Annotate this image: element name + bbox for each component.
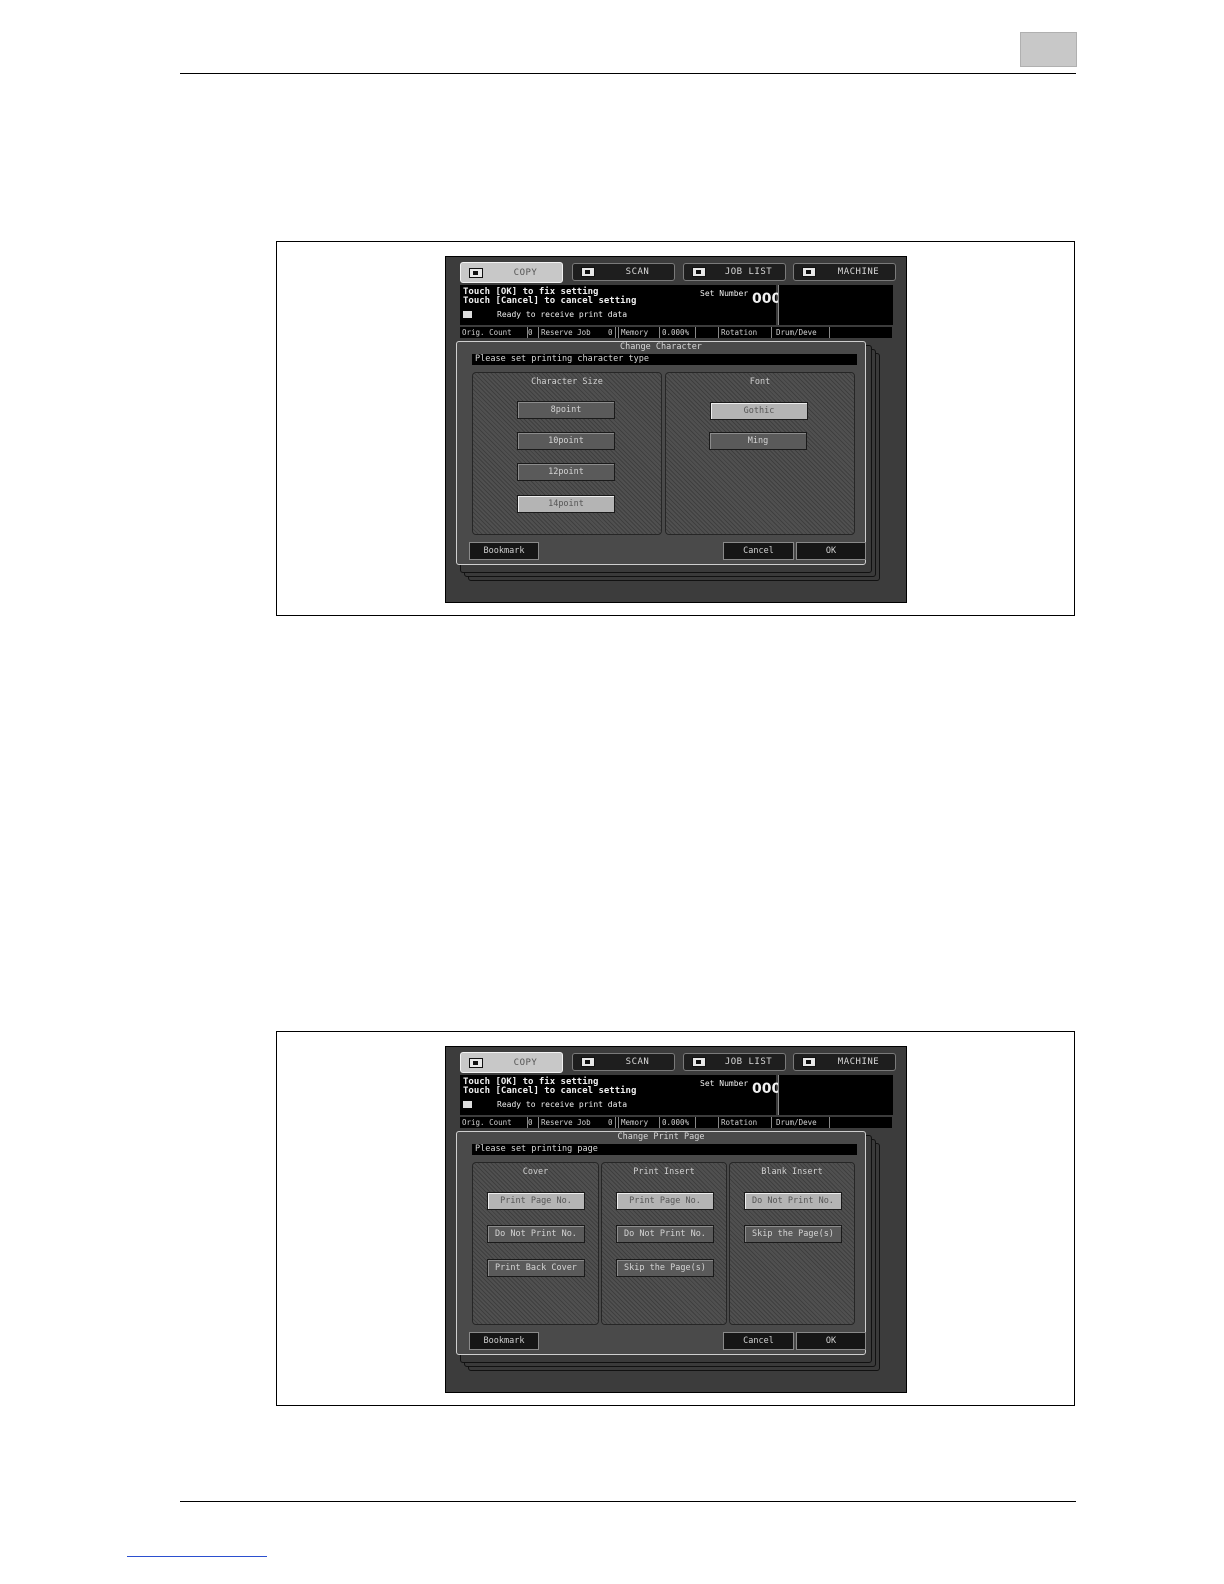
- ok-button[interactable]: OK: [796, 542, 866, 560]
- panel-title: Font: [749, 377, 771, 387]
- figure-change-character: COPY SCAN JOB LIST MACHINE Touch [OK] to…: [276, 241, 1075, 616]
- orig-count-label: Orig. Count: [460, 327, 528, 338]
- change-character-dialog: Change Character Please set printing cha…: [456, 341, 866, 565]
- dialog-title: Change Print Page: [617, 1132, 705, 1142]
- machine-icon: [802, 1057, 816, 1067]
- copy-icon: [469, 1058, 483, 1068]
- insert-do-not-print-no-button[interactable]: Do Not Print No.: [616, 1225, 714, 1243]
- memory-value: 0.000%: [660, 1117, 696, 1128]
- insert-skip-pages-button[interactable]: Skip the Page(s): [616, 1259, 714, 1277]
- tab-copy[interactable]: COPY: [460, 1052, 563, 1073]
- rotation-indicator: Rotation: [718, 327, 772, 338]
- change-print-page-dialog: Change Print Page Please set printing pa…: [456, 1131, 866, 1355]
- drum-deve-indicator: Drum/Deve: [774, 1117, 830, 1128]
- insert-print-page-no-button[interactable]: Print Page No.: [616, 1192, 714, 1210]
- drum-deve-indicator: Drum/Deve: [774, 327, 830, 338]
- bookmark-button[interactable]: Bookmark: [469, 1332, 539, 1350]
- print-back-cover-button[interactable]: Print Back Cover: [487, 1259, 585, 1277]
- dialog-prompt: Please set printing character type: [472, 354, 857, 365]
- touch-screen: COPY SCAN JOB LIST MACHINE Touch [OK] to…: [445, 256, 907, 603]
- blank-do-not-print-no-button[interactable]: Do Not Print No.: [744, 1192, 842, 1210]
- tab-scan[interactable]: SCAN: [572, 263, 675, 281]
- scan-icon: [581, 1057, 595, 1067]
- reserve-job-label: Reserve Job: [538, 1117, 616, 1128]
- footer-rule: [180, 1501, 1076, 1502]
- status-bar: Orig. Count 0 Reserve Job 0 Memory 0.000…: [460, 1117, 892, 1128]
- cancel-button[interactable]: Cancel: [723, 1332, 794, 1350]
- message-side-area: [778, 285, 893, 325]
- reserve-job: 0: [608, 328, 613, 337]
- orig-count: 0: [528, 328, 533, 337]
- printer-icon: [463, 311, 472, 318]
- 10point-button[interactable]: 10point: [517, 432, 615, 450]
- character-size-panel: Character Size 8point 10point 12point 14…: [472, 372, 662, 535]
- reserve-job-label: Reserve Job: [538, 327, 616, 338]
- page-tab-marker: [1020, 32, 1077, 67]
- gothic-button[interactable]: Gothic: [710, 402, 808, 420]
- 14point-button[interactable]: 14point: [517, 495, 615, 513]
- tab-job-list[interactable]: JOB LIST: [683, 1053, 786, 1071]
- dialog-prompt: Please set printing page: [472, 1144, 857, 1155]
- status-bar: Orig. Count 0 Reserve Job 0 Memory 0.000…: [460, 327, 892, 338]
- job-list-icon: [692, 1057, 706, 1067]
- touch-screen: COPY SCAN JOB LIST MACHINE Touch [OK] to…: [445, 1046, 907, 1393]
- machine-icon: [802, 267, 816, 277]
- memory-label: Memory: [618, 327, 660, 338]
- scan-icon: [581, 267, 595, 277]
- memory-value: 0.000%: [660, 327, 696, 338]
- panel-title: Character Size: [531, 377, 603, 387]
- orig-count-label: Orig. Count: [460, 1117, 528, 1128]
- cover-do-not-print-no-button[interactable]: Do Not Print No.: [487, 1225, 585, 1243]
- figure-change-print-page: COPY SCAN JOB LIST MACHINE Touch [OK] to…: [276, 1031, 1075, 1406]
- tab-job-list[interactable]: JOB LIST: [683, 263, 786, 281]
- orig-count: 0: [528, 1118, 533, 1127]
- panel-title: Cover: [522, 1167, 549, 1177]
- bookmark-button[interactable]: Bookmark: [469, 542, 539, 560]
- printer-icon: [463, 1101, 472, 1108]
- job-list-icon: [692, 267, 706, 277]
- header-rule: [180, 73, 1076, 74]
- message-line-2: Touch [Cancel] to cancel setting: [463, 296, 637, 306]
- tab-machine[interactable]: MACHINE: [793, 1053, 896, 1071]
- copy-icon: [469, 268, 483, 278]
- 8point-button[interactable]: 8point: [517, 401, 615, 419]
- panel-title: Print Insert: [633, 1167, 695, 1177]
- set-number-label: Set Number: [700, 289, 749, 298]
- tab-scan[interactable]: SCAN: [572, 1053, 675, 1071]
- tab-machine[interactable]: MACHINE: [793, 263, 896, 281]
- print-insert-panel: Print Insert Print Page No. Do Not Print…: [601, 1162, 727, 1325]
- ok-button[interactable]: OK: [796, 1332, 866, 1350]
- blank-skip-pages-button[interactable]: Skip the Page(s): [744, 1225, 842, 1243]
- cancel-button[interactable]: Cancel: [723, 542, 794, 560]
- 12point-button[interactable]: 12point: [517, 463, 615, 481]
- dialog-title: Change Character: [620, 342, 702, 352]
- status-message: Ready to receive print data: [497, 1100, 628, 1109]
- rotation-indicator: Rotation: [718, 1117, 772, 1128]
- footer-link-underline: [127, 1556, 267, 1557]
- message-area: Touch [OK] to fix setting Touch [Cancel]…: [460, 1075, 791, 1115]
- status-message: Ready to receive print data: [497, 310, 628, 319]
- cover-panel: Cover Print Page No. Do Not Print No. Pr…: [472, 1162, 599, 1325]
- cover-print-page-no-button[interactable]: Print Page No.: [487, 1192, 585, 1210]
- reserve-job: 0: [608, 1118, 613, 1127]
- message-line-2: Touch [Cancel] to cancel setting: [463, 1086, 637, 1096]
- panel-title: Blank Insert: [761, 1167, 823, 1177]
- set-number-label: Set Number: [700, 1079, 749, 1088]
- ming-button[interactable]: Ming: [709, 432, 807, 450]
- memory-label: Memory: [618, 1117, 660, 1128]
- message-area: Touch [OK] to fix setting Touch [Cancel]…: [460, 285, 791, 325]
- tab-copy[interactable]: COPY: [460, 262, 563, 283]
- message-side-area: [778, 1075, 893, 1115]
- blank-insert-panel: Blank Insert Do Not Print No. Skip the P…: [729, 1162, 855, 1325]
- font-panel: Font Gothic Ming: [665, 372, 855, 535]
